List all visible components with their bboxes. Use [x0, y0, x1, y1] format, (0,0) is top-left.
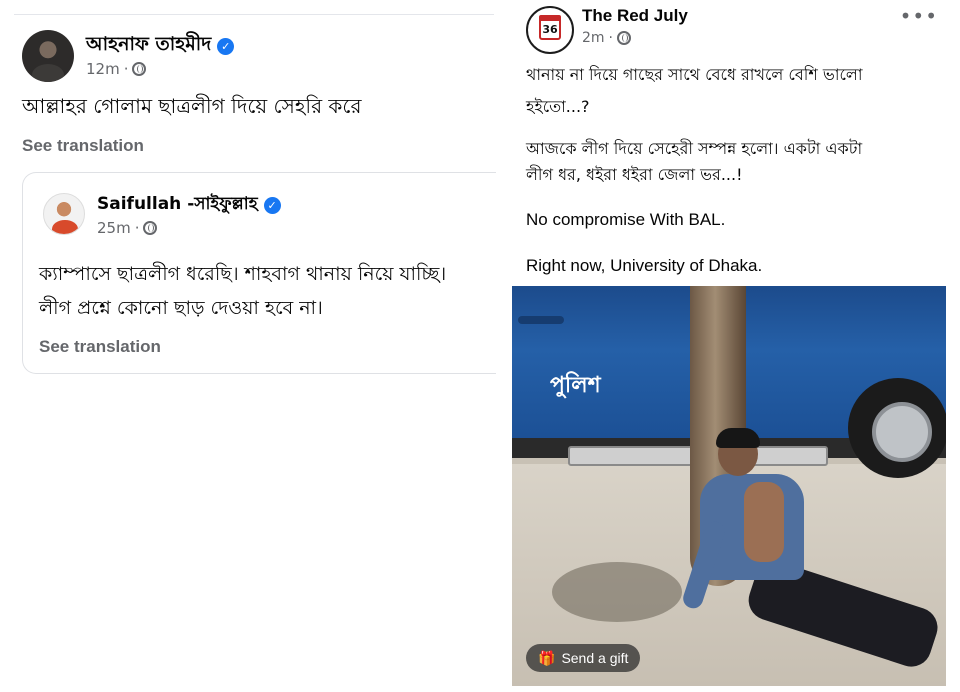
post-text-line: No compromise With BAL. [526, 210, 726, 229]
shared-post-text: ক্যাম্পাসে ছাত্রলীগ ধরেছি। শাহবাগ থানায়… [39, 257, 446, 325]
author-name-row: আহনাফ তাহমীদ ✓ [86, 30, 235, 62]
shared-text-line: ক্যাম্পাসে ছাত্রলীগ ধরেছি। শাহবাগ থানায়… [39, 263, 447, 285]
person-head [716, 428, 760, 476]
send-gift-label: Send a gift [561, 650, 629, 666]
globe-icon [132, 62, 147, 76]
post-text: আল্লাহর গোলাম ছাত্রলীগ দিয়ে সেহরি করে [22, 94, 362, 118]
person-chest [744, 482, 784, 562]
left-post: আহনাফ তাহমীদ ✓ 12m · আল্লাহর গোলাম ছাত্র… [0, 0, 496, 692]
see-translation-link[interactable]: See translation [22, 136, 144, 156]
send-gift-button[interactable]: 🎁 Send a gift [526, 644, 641, 672]
vehicle-label: পুলিশ [550, 373, 601, 398]
post-time[interactable]: 2m [582, 30, 605, 46]
page-name[interactable]: The Red July [582, 6, 688, 26]
post-photo[interactable]: পুলিশ 🎁 Send a gift [512, 286, 946, 686]
globe-icon [617, 31, 631, 45]
gift-icon: 🎁 [538, 649, 556, 666]
separator: · [608, 30, 613, 46]
shared-post-meta: 25m · [97, 219, 158, 237]
separator: · [134, 219, 140, 237]
shared-author-name[interactable]: Saifullah -সাইফুল্লাহ [97, 191, 258, 219]
post-text-line: হইতো...? [526, 97, 590, 116]
post-text-line: আজকে লীগ দিয়ে সেহেরী সম্পন্ন হলো। একটা … [526, 139, 863, 158]
divider [14, 14, 494, 15]
separator: · [123, 60, 129, 78]
page-avatar[interactable]: 36 [526, 6, 574, 54]
puddle [552, 562, 682, 622]
shared-post-time[interactable]: 25m [97, 219, 131, 237]
post-meta: 12m · [86, 60, 147, 78]
vehicle-wheel [848, 378, 946, 478]
post-meta: 2m · [582, 30, 631, 46]
author-name[interactable]: আহনাফ তাহমীদ [86, 30, 211, 62]
post-text-line: থানায় না দিয়ে গাছের সাথে বেধে রাখলে বে… [526, 65, 863, 84]
post-time[interactable]: 12m [86, 60, 120, 78]
calendar-icon: 36 [539, 15, 561, 40]
screenshot-divider [496, 0, 510, 692]
shared-text-line: লীগ প্রশ্নে কোনো ছাড় দেওয়া হবে না। [39, 297, 323, 319]
see-translation-link[interactable]: See translation [39, 337, 161, 357]
author-avatar[interactable] [22, 30, 74, 82]
shared-post[interactable]: Saifullah -সাইফুল্লাহ ✓ 25m · ক্যাম্পাসে… [22, 172, 496, 374]
more-options-icon[interactable]: ••• [900, 4, 938, 28]
verified-badge-icon: ✓ [217, 37, 235, 55]
right-post: 36 The Red July 2m · ••• থানায় না দিয়ে… [510, 0, 960, 692]
door-handle [518, 316, 564, 324]
post-text-line: Right now, University of Dhaka. [526, 256, 763, 275]
post-text-line: লীগ ধর, ধইরা ধইরা জেলা ভর...! [526, 165, 743, 184]
verified-badge-icon: ✓ [263, 196, 281, 214]
shared-author-name-row: Saifullah -সাইফুল্লাহ ✓ [97, 191, 281, 219]
shared-author-avatar[interactable] [43, 193, 85, 235]
globe-icon [143, 221, 158, 235]
